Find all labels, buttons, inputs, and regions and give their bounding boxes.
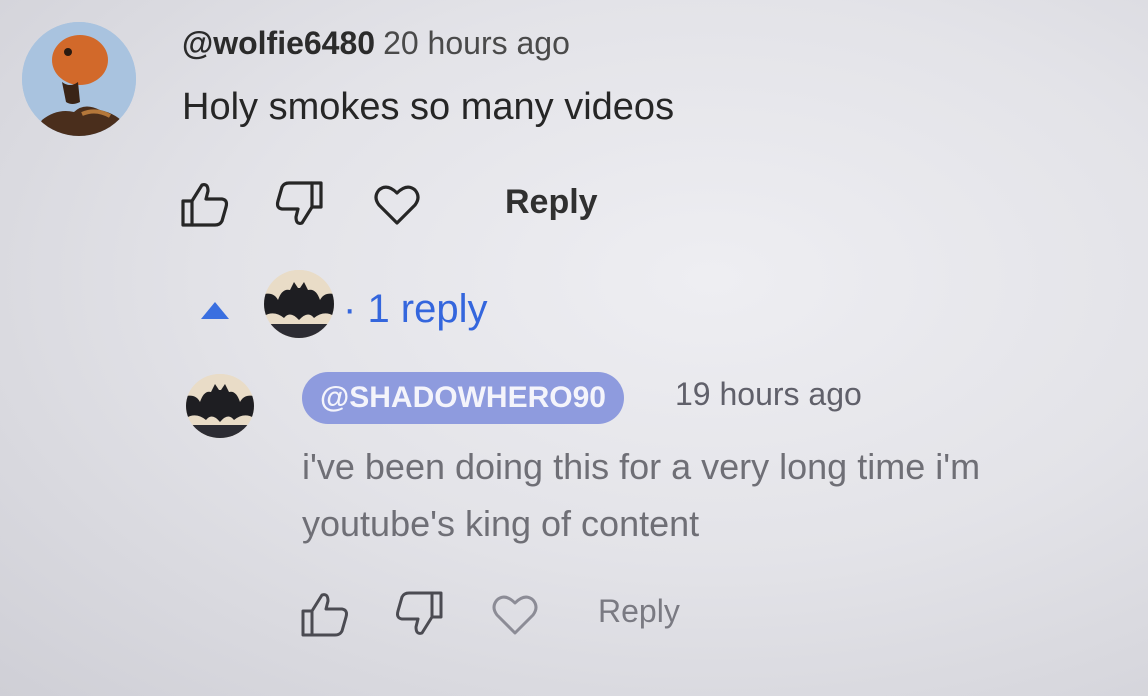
comment-text: Holy smokes so many videos [182, 86, 675, 128]
bat-logo-avatar-image [264, 270, 334, 338]
reply-dislike-button[interactable] [390, 588, 448, 640]
reply-author-avatar-small [264, 270, 334, 338]
thumbs-down-icon [275, 181, 323, 225]
heart-button[interactable] [368, 178, 426, 230]
comment-author[interactable]: @wolfie6480 20 hours ago [182, 25, 570, 62]
reply-button[interactable]: Reply [505, 183, 598, 222]
reply-reply-button[interactable]: Reply [598, 593, 680, 630]
thumbs-up-icon [181, 183, 229, 227]
comment-username[interactable]: @wolfie6480 [182, 25, 375, 61]
reply-timestamp[interactable]: 19 hours ago [675, 376, 862, 413]
reply-author-avatar[interactable] [186, 374, 254, 438]
replies-count-text[interactable]: 1 reply [367, 287, 487, 331]
thumbs-down-icon [396, 591, 443, 635]
heart-icon [374, 185, 420, 225]
cartoon-avatar-image [22, 22, 136, 136]
reply-heart-button[interactable] [486, 588, 544, 640]
heart-icon [492, 595, 538, 635]
reply-like-button[interactable] [296, 588, 354, 640]
thumbs-up-icon [301, 593, 348, 637]
bat-logo-avatar-image [186, 374, 254, 438]
reply-username-chip[interactable]: @SHADOWHERO90 [302, 372, 624, 424]
comment-timestamp[interactable]: 20 hours ago [383, 25, 570, 61]
reply-text: i've been doing this for a very long tim… [302, 446, 981, 544]
replies-toggle[interactable]: · 1 reply [343, 287, 488, 332]
avatar-wolfie6480[interactable] [22, 22, 136, 136]
dislike-button[interactable] [270, 178, 328, 230]
like-button[interactable] [176, 178, 234, 230]
caret-up-icon[interactable] [201, 302, 229, 319]
